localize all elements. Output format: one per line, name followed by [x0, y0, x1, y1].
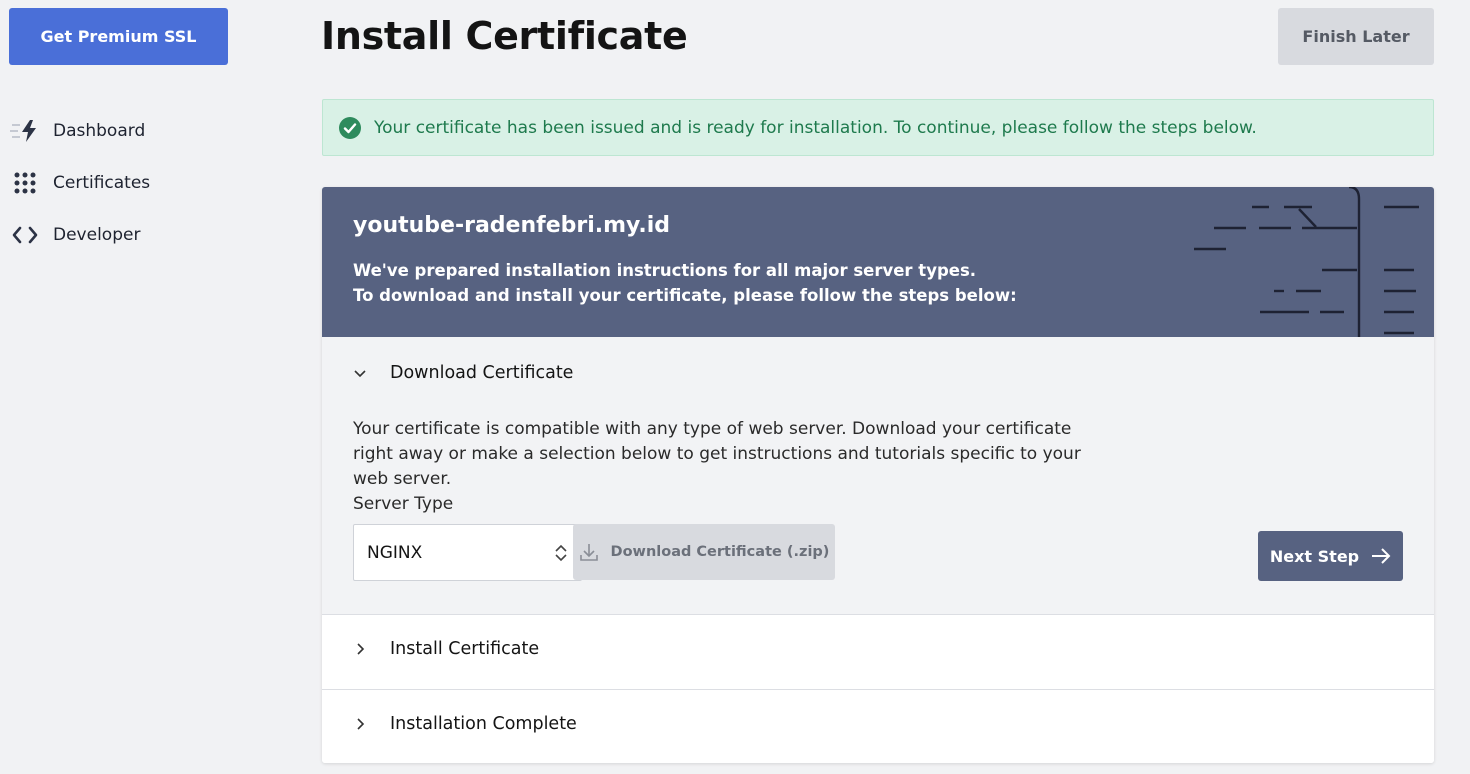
sidebar-item-label: Developer: [53, 225, 141, 245]
step-title: Install Certificate: [390, 639, 540, 659]
finish-later-button[interactable]: Finish Later: [1278, 8, 1434, 65]
card-header: youtube-radenfebri.my.id We've prepared …: [322, 187, 1434, 337]
chevron-right-icon: [357, 643, 365, 655]
server-type-label: Server Type: [353, 494, 454, 514]
step-header[interactable]: Installation Complete: [352, 714, 577, 734]
sidebar-item-certificates[interactable]: Certificates: [10, 157, 150, 209]
step-title: Download Certificate: [390, 363, 574, 383]
sidebar-item-label: Certificates: [53, 173, 151, 193]
download-icon: [579, 544, 598, 561]
server-type-value: NGINX: [367, 542, 423, 563]
code-lines-decoration: [1194, 187, 1419, 337]
grid-icon: [10, 168, 40, 198]
bolt-icon: [10, 116, 40, 146]
sidebar-nav: Dashboard Certificates Developer: [10, 105, 150, 261]
next-step-label: Next Step: [1269, 546, 1360, 566]
page-title: Install Certificate: [321, 14, 688, 58]
server-type-select[interactable]: NGINX: [353, 524, 582, 581]
step-installation-complete[interactable]: Installation Complete: [322, 690, 1434, 763]
get-premium-ssl-button[interactable]: Get Premium SSL: [9, 8, 228, 65]
step-install-certificate[interactable]: Install Certificate: [322, 615, 1434, 690]
code-icon: [10, 220, 40, 250]
sidebar-item-label: Dashboard: [53, 121, 146, 141]
success-alert: Your certificate has been issued and is …: [322, 99, 1434, 156]
intro-line-1: We've prepared installation instructions…: [353, 261, 977, 280]
sidebar-item-dashboard[interactable]: Dashboard: [10, 105, 150, 157]
download-button-label: Download Certificate (.zip): [610, 544, 830, 560]
alert-text: Your certificate has been issued and is …: [374, 117, 1257, 138]
step-header[interactable]: Download Certificate: [352, 363, 573, 383]
chevron-down-icon: [354, 370, 366, 378]
intro-line-2: To download and install your certificate…: [353, 286, 1017, 305]
step-download-certificate: Download Certificate Your certificate is…: [322, 337, 1434, 615]
chevron-right-icon: [357, 718, 365, 730]
download-certificate-button[interactable]: Download Certificate (.zip): [573, 524, 835, 580]
domain-title: youtube-radenfebri.my.id: [353, 213, 671, 238]
install-card: youtube-radenfebri.my.id We've prepared …: [322, 187, 1434, 763]
step-title: Installation Complete: [390, 714, 577, 734]
sidebar: Get Premium SSL Dashboard Certificates D…: [0, 0, 260, 774]
select-arrows-icon: [555, 544, 567, 561]
step-description: Your certificate is compatible with any …: [353, 419, 1081, 489]
step-header[interactable]: Install Certificate: [352, 639, 539, 659]
sidebar-item-developer[interactable]: Developer: [10, 209, 150, 261]
next-step-button[interactable]: Next Step: [1258, 531, 1403, 581]
check-circle-icon: [339, 116, 361, 139]
arrow-right-icon: [1372, 548, 1391, 564]
intro-text: We've prepared installation instructions…: [353, 258, 1017, 308]
